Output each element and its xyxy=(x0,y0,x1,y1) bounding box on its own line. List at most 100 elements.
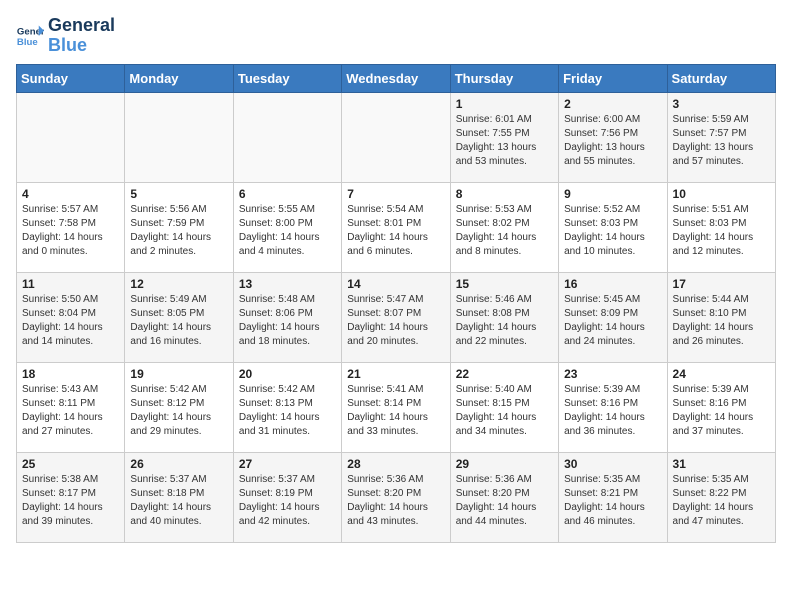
day-info: Sunrise: 5:57 AM Sunset: 7:58 PM Dayligh… xyxy=(22,203,119,259)
calendar-cell: 8Sunrise: 5:53 AM Sunset: 8:02 PM Daylig… xyxy=(450,182,558,272)
day-info: Sunrise: 6:00 AM Sunset: 7:56 PM Dayligh… xyxy=(564,113,661,169)
calendar-cell: 19Sunrise: 5:42 AM Sunset: 8:12 PM Dayli… xyxy=(125,362,233,452)
day-number: 7 xyxy=(347,187,444,201)
day-number: 15 xyxy=(456,277,553,291)
page-header: General Blue General Blue xyxy=(16,16,776,56)
day-info: Sunrise: 5:38 AM Sunset: 8:17 PM Dayligh… xyxy=(22,473,119,529)
logo-general: General xyxy=(48,16,115,36)
calendar-row: 4Sunrise: 5:57 AM Sunset: 7:58 PM Daylig… xyxy=(17,182,776,272)
calendar-row: 18 Sunrise: 5:43 AM Sunset: 8:11 PM Dayli… xyxy=(17,362,776,452)
day-info: Sunrise: 5:39 AM Sunset: 8:16 PM Dayligh… xyxy=(673,383,770,439)
day-number: 19 xyxy=(130,367,227,381)
day-number: 27 xyxy=(239,457,336,471)
day-info: Sunrise: 5:46 AM Sunset: 8:08 PM Dayligh… xyxy=(456,293,553,349)
svg-text:Blue: Blue xyxy=(17,37,38,48)
day-number: 1 xyxy=(456,97,553,111)
day-info: Sunrise: 5:55 AM Sunset: 8:00 PM Dayligh… xyxy=(239,203,336,259)
day-number: 20 xyxy=(239,367,336,381)
day-info: Sunrise: 5:49 AM Sunset: 8:05 PM Dayligh… xyxy=(130,293,227,349)
day-info: Sunrise: 5:35 AM Sunset: 8:22 PM Dayligh… xyxy=(673,473,770,529)
calendar-cell: 25Sunrise: 5:38 AM Sunset: 8:17 PM Dayli… xyxy=(17,452,125,542)
day-info: Sunrise: 5:59 AM Sunset: 7:57 PM Dayligh… xyxy=(673,113,770,169)
weekday-header: Thursday xyxy=(450,64,558,92)
day-number: 23 xyxy=(564,367,661,381)
day-info: Sunrise: 5:56 AM Sunset: 7:59 PM Dayligh… xyxy=(130,203,227,259)
day-info: Sunrise: 5:44 AM Sunset: 8:10 PM Dayligh… xyxy=(673,293,770,349)
day-info: Sunrise: 5:48 AM Sunset: 8:06 PM Dayligh… xyxy=(239,293,336,349)
calendar-cell: 24 Sunrise: 5:39 AM Sunset: 8:16 PM Dayli… xyxy=(667,362,775,452)
weekday-header: Monday xyxy=(125,64,233,92)
day-info: Sunrise: 5:45 AM Sunset: 8:09 PM Dayligh… xyxy=(564,293,661,349)
weekday-header: Tuesday xyxy=(233,64,341,92)
calendar-cell: 3 Sunrise: 5:59 AM Sunset: 7:57 PM Daylig… xyxy=(667,92,775,182)
day-info: Sunrise: 5:42 AM Sunset: 8:13 PM Dayligh… xyxy=(239,383,336,439)
calendar-cell: 5 Sunrise: 5:56 AM Sunset: 7:59 PM Daylig… xyxy=(125,182,233,272)
calendar-cell xyxy=(17,92,125,182)
day-number: 18 xyxy=(22,367,119,381)
calendar-cell: 4Sunrise: 5:57 AM Sunset: 7:58 PM Daylig… xyxy=(17,182,125,272)
calendar-cell: 29 Sunrise: 5:36 AM Sunset: 8:20 PM Dayli… xyxy=(450,452,558,542)
calendar-cell xyxy=(125,92,233,182)
calendar-cell: 15 Sunrise: 5:46 AM Sunset: 8:08 PM Dayli… xyxy=(450,272,558,362)
calendar-cell: 10 Sunrise: 5:51 AM Sunset: 8:03 PM Dayli… xyxy=(667,182,775,272)
calendar-cell: 1 Sunrise: 6:01 AM Sunset: 7:55 PM Daylig… xyxy=(450,92,558,182)
weekday-header: Saturday xyxy=(667,64,775,92)
day-number: 3 xyxy=(673,97,770,111)
day-number: 5 xyxy=(130,187,227,201)
day-number: 29 xyxy=(456,457,553,471)
calendar-cell: 2Sunrise: 6:00 AM Sunset: 7:56 PM Daylig… xyxy=(559,92,667,182)
calendar-cell: 12 Sunrise: 5:49 AM Sunset: 8:05 PM Dayli… xyxy=(125,272,233,362)
day-info: Sunrise: 5:40 AM Sunset: 8:15 PM Dayligh… xyxy=(456,383,553,439)
day-number: 28 xyxy=(347,457,444,471)
day-number: 12 xyxy=(130,277,227,291)
calendar-cell: 6Sunrise: 5:55 AM Sunset: 8:00 PM Daylig… xyxy=(233,182,341,272)
day-number: 21 xyxy=(347,367,444,381)
calendar-cell: 17 Sunrise: 5:44 AM Sunset: 8:10 PM Dayli… xyxy=(667,272,775,362)
calendar-cell: 27Sunrise: 5:37 AM Sunset: 8:19 PM Dayli… xyxy=(233,452,341,542)
day-number: 22 xyxy=(456,367,553,381)
calendar-cell: 23 Sunrise: 5:39 AM Sunset: 8:16 PM Dayli… xyxy=(559,362,667,452)
calendar-cell xyxy=(342,92,450,182)
day-number: 14 xyxy=(347,277,444,291)
day-number: 26 xyxy=(130,457,227,471)
weekday-header-row: SundayMondayTuesdayWednesdayThursdayFrid… xyxy=(17,64,776,92)
day-number: 11 xyxy=(22,277,119,291)
day-number: 13 xyxy=(239,277,336,291)
calendar-cell: 16Sunrise: 5:45 AM Sunset: 8:09 PM Dayli… xyxy=(559,272,667,362)
calendar-cell: 30 Sunrise: 5:35 AM Sunset: 8:21 PM Dayli… xyxy=(559,452,667,542)
day-number: 24 xyxy=(673,367,770,381)
day-info: Sunrise: 5:35 AM Sunset: 8:21 PM Dayligh… xyxy=(564,473,661,529)
day-number: 10 xyxy=(673,187,770,201)
day-info: Sunrise: 5:41 AM Sunset: 8:14 PM Dayligh… xyxy=(347,383,444,439)
calendar-cell: 18 Sunrise: 5:43 AM Sunset: 8:11 PM Dayli… xyxy=(17,362,125,452)
day-number: 31 xyxy=(673,457,770,471)
day-info: Sunrise: 5:51 AM Sunset: 8:03 PM Dayligh… xyxy=(673,203,770,259)
day-info: Sunrise: 5:39 AM Sunset: 8:16 PM Dayligh… xyxy=(564,383,661,439)
calendar-cell: 28 Sunrise: 5:36 AM Sunset: 8:20 PM Dayli… xyxy=(342,452,450,542)
weekday-header: Wednesday xyxy=(342,64,450,92)
calendar-row: 11Sunrise: 5:50 AM Sunset: 8:04 PM Dayli… xyxy=(17,272,776,362)
calendar-cell: 22 Sunrise: 5:40 AM Sunset: 8:15 PM Dayli… xyxy=(450,362,558,452)
weekday-header: Friday xyxy=(559,64,667,92)
day-info: Sunrise: 5:47 AM Sunset: 8:07 PM Dayligh… xyxy=(347,293,444,349)
day-number: 8 xyxy=(456,187,553,201)
day-info: Sunrise: 5:54 AM Sunset: 8:01 PM Dayligh… xyxy=(347,203,444,259)
day-info: Sunrise: 6:01 AM Sunset: 7:55 PM Dayligh… xyxy=(456,113,553,169)
day-info: Sunrise: 5:37 AM Sunset: 8:18 PM Dayligh… xyxy=(130,473,227,529)
calendar-cell: 11Sunrise: 5:50 AM Sunset: 8:04 PM Dayli… xyxy=(17,272,125,362)
calendar-cell: 14 Sunrise: 5:47 AM Sunset: 8:07 PM Dayli… xyxy=(342,272,450,362)
logo-blue: Blue xyxy=(48,36,115,56)
day-info: Sunrise: 5:36 AM Sunset: 8:20 PM Dayligh… xyxy=(347,473,444,529)
weekday-header: Sunday xyxy=(17,64,125,92)
calendar-row: 1 Sunrise: 6:01 AM Sunset: 7:55 PM Daylig… xyxy=(17,92,776,182)
logo-icon: General Blue xyxy=(16,22,44,50)
calendar-table: SundayMondayTuesdayWednesdayThursdayFrid… xyxy=(16,64,776,543)
calendar-cell: 20 Sunrise: 5:42 AM Sunset: 8:13 PM Dayli… xyxy=(233,362,341,452)
day-info: Sunrise: 5:36 AM Sunset: 8:20 PM Dayligh… xyxy=(456,473,553,529)
day-info: Sunrise: 5:43 AM Sunset: 8:11 PM Dayligh… xyxy=(22,383,119,439)
day-number: 30 xyxy=(564,457,661,471)
day-number: 17 xyxy=(673,277,770,291)
calendar-cell: 21 Sunrise: 5:41 AM Sunset: 8:14 PM Dayli… xyxy=(342,362,450,452)
calendar-cell: 31 Sunrise: 5:35 AM Sunset: 8:22 PM Dayli… xyxy=(667,452,775,542)
logo: General Blue General Blue xyxy=(16,16,115,56)
